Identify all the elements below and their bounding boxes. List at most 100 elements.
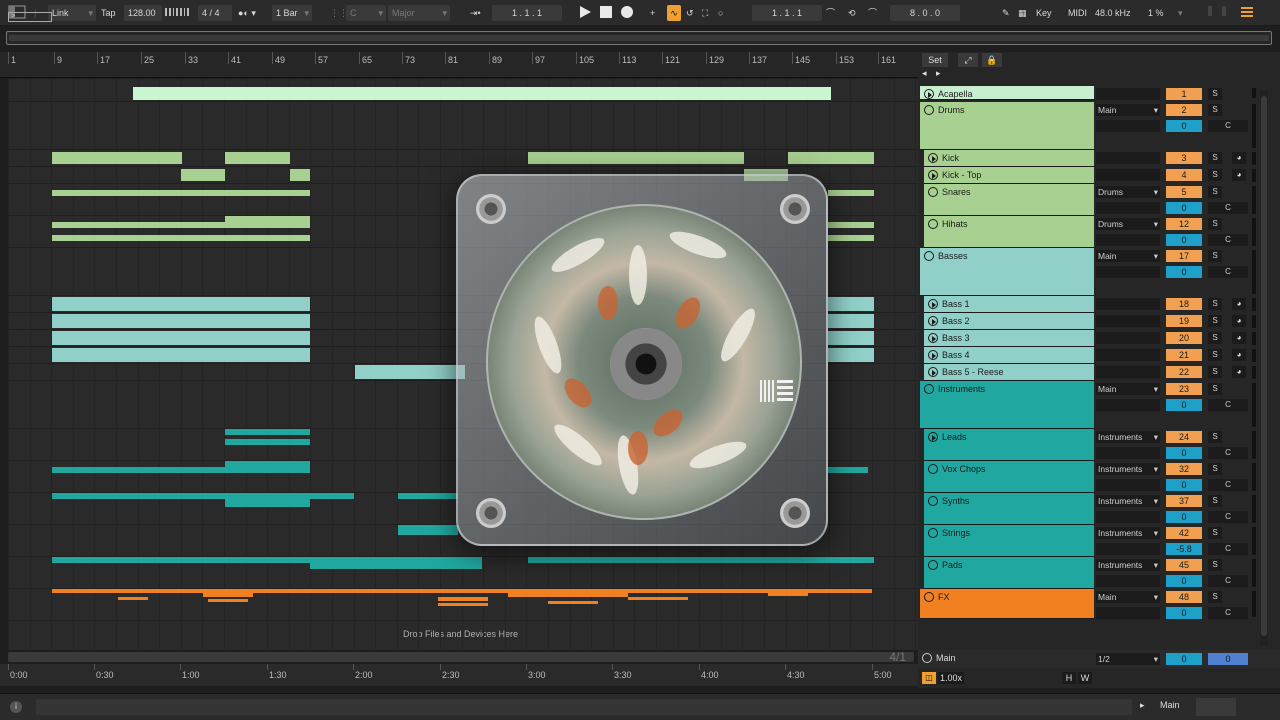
draw-mode-icon[interactable]: ✎ <box>1002 5 1010 21</box>
track-header[interactable]: Bass 4 <box>924 347 1094 364</box>
track-output-select[interactable]: Drums <box>1096 218 1160 230</box>
track-volume[interactable]: 0 <box>1166 607 1202 619</box>
metronome-icon[interactable] <box>165 5 193 21</box>
cue-button[interactable]: C <box>1208 479 1248 491</box>
link-button[interactable]: Link ▾ <box>48 5 96 21</box>
track-output-select[interactable]: Main <box>1096 591 1160 603</box>
solo-button[interactable]: S <box>1208 186 1222 198</box>
speed-field[interactable]: 1.00x <box>938 672 964 684</box>
cue-button[interactable]: C <box>1208 607 1248 619</box>
expand-icon[interactable]: ⤢ <box>958 53 978 67</box>
cue-button[interactable]: C <box>1208 234 1248 246</box>
track-volume[interactable]: -5.8 <box>1166 543 1202 555</box>
main-output-select[interactable]: 1/2 <box>1096 653 1160 665</box>
group-fold-icon[interactable] <box>928 187 938 197</box>
arrangement-clip[interactable] <box>225 461 310 467</box>
arrangement-scrollbar[interactable]: 4/1 <box>8 650 914 664</box>
solo-button[interactable]: S <box>1208 366 1222 378</box>
cue-button[interactable]: C <box>1208 120 1248 132</box>
arrangement-clip[interactable] <box>398 493 458 499</box>
arrangement-clip[interactable] <box>310 563 482 569</box>
arm-icon[interactable]: ◕ <box>1232 298 1246 310</box>
arrangement-clip[interactable] <box>290 169 310 181</box>
track-volume[interactable]: 0 <box>1166 479 1202 491</box>
solo-button[interactable]: S <box>1208 559 1222 571</box>
track-header[interactable]: Bass 5 - Reese <box>924 364 1094 381</box>
track-volume[interactable]: 0 <box>1166 511 1202 523</box>
track-volume[interactable]: 0 <box>1166 399 1202 411</box>
cue-button[interactable]: C <box>1208 266 1248 278</box>
track-number[interactable]: 21 <box>1166 349 1202 361</box>
track-output-select[interactable]: Drums <box>1096 186 1160 198</box>
track-number[interactable]: 42 <box>1166 527 1202 539</box>
arrangement-clip[interactable] <box>52 348 310 362</box>
track-volume[interactable]: 0 <box>1166 202 1202 214</box>
arrangement-clip[interactable] <box>225 499 310 507</box>
track-input-slot[interactable] <box>1096 298 1160 310</box>
punch-in-icon[interactable]: ⌒ <box>826 5 835 21</box>
track-input-slot[interactable] <box>1096 120 1160 132</box>
beat-time-ruler[interactable]: 1 9 17 25 33 41 49 57 65 73 81 89 97 105 113 121 129 137 1… <box>0 52 918 78</box>
solo-button[interactable]: S <box>1208 250 1222 262</box>
track-scrollbar[interactable] <box>1260 90 1268 646</box>
group-fold-icon[interactable] <box>924 592 934 602</box>
overdub-icon[interactable]: + <box>650 5 655 21</box>
arrangement-clip[interactable] <box>208 599 248 602</box>
arrangement-clip[interactable] <box>548 601 598 604</box>
loop-length-field[interactable]: 8 . 0 . 0 <box>890 5 960 21</box>
track-input-slot[interactable] <box>1096 152 1160 164</box>
capture-icon[interactable]: ⛶ <box>702 5 708 21</box>
follow-toggle-icon[interactable]: ●◐ ▾ <box>238 5 256 21</box>
punch-out-icon[interactable]: ⌒ <box>868 5 877 21</box>
arrangement-clip[interactable] <box>508 593 628 597</box>
track-output-select[interactable]: Instruments <box>1096 463 1160 475</box>
track-volume[interactable]: 0 <box>1166 575 1202 587</box>
track-volume[interactable]: 0 <box>1166 120 1202 132</box>
w-button[interactable]: W <box>1078 672 1092 684</box>
track-play-icon[interactable] <box>928 299 938 309</box>
solo-button[interactable]: S <box>1208 88 1222 100</box>
arrangement-clip[interactable] <box>225 439 310 445</box>
track-number[interactable]: 23 <box>1166 383 1202 395</box>
track-header[interactable]: Instruments <box>920 381 1094 429</box>
track-input-slot[interactable] <box>1096 169 1160 181</box>
track-number[interactable]: 17 <box>1166 250 1202 262</box>
track-number[interactable]: 1 <box>1166 88 1202 100</box>
track-number[interactable]: 45 <box>1166 559 1202 571</box>
main-pan[interactable]: 0 <box>1208 653 1248 665</box>
track-number[interactable]: 22 <box>1166 366 1202 378</box>
solo-button[interactable]: S <box>1208 315 1222 327</box>
loop-brace[interactable]: > <box>8 12 52 22</box>
track-input-slot[interactable] <box>1096 399 1160 411</box>
arrangement-clip[interactable] <box>828 331 874 345</box>
group-fold-icon[interactable] <box>924 384 934 394</box>
track-header[interactable]: Leads <box>924 429 1094 461</box>
track-output-select[interactable]: Instruments <box>1096 495 1160 507</box>
track-play-icon[interactable] <box>928 333 938 343</box>
loop-start-field[interactable]: 1 . 1 . 1 <box>752 5 822 21</box>
arrangement-overview[interactable] <box>6 31 1272 45</box>
midi-map-button[interactable]: MIDI <box>1068 5 1087 21</box>
session-record-icon[interactable]: ↺ <box>686 5 694 21</box>
cue-button[interactable]: C <box>1208 575 1248 587</box>
track-play-icon[interactable] <box>928 153 938 163</box>
main-play-icon[interactable] <box>922 653 932 663</box>
arrangement-clip[interactable] <box>828 314 874 328</box>
cue-button[interactable]: C <box>1208 511 1248 523</box>
solo-button[interactable]: S <box>1208 169 1222 181</box>
arm-icon[interactable]: ◕ <box>1232 349 1246 361</box>
solo-button[interactable]: S <box>1208 527 1222 539</box>
track-header[interactable]: Kick <box>924 150 1094 167</box>
track-header[interactable]: Bass 2 <box>924 313 1094 330</box>
track-input-slot[interactable] <box>1096 88 1160 100</box>
track-play-icon[interactable] <box>928 316 938 326</box>
track-header[interactable]: Hihats <box>924 216 1094 248</box>
back-arrow-icon[interactable]: ◂ <box>922 68 932 82</box>
cue-button[interactable]: C <box>1208 543 1248 555</box>
track-number[interactable]: 48 <box>1166 591 1202 603</box>
song-position-field[interactable]: 1 . 1 . 1 <box>492 5 562 21</box>
quantize-select[interactable]: 1 Bar ▾ <box>272 5 312 21</box>
arrangement-lane[interactable] <box>8 621 918 650</box>
track-number[interactable]: 18 <box>1166 298 1202 310</box>
track-number[interactable]: 19 <box>1166 315 1202 327</box>
